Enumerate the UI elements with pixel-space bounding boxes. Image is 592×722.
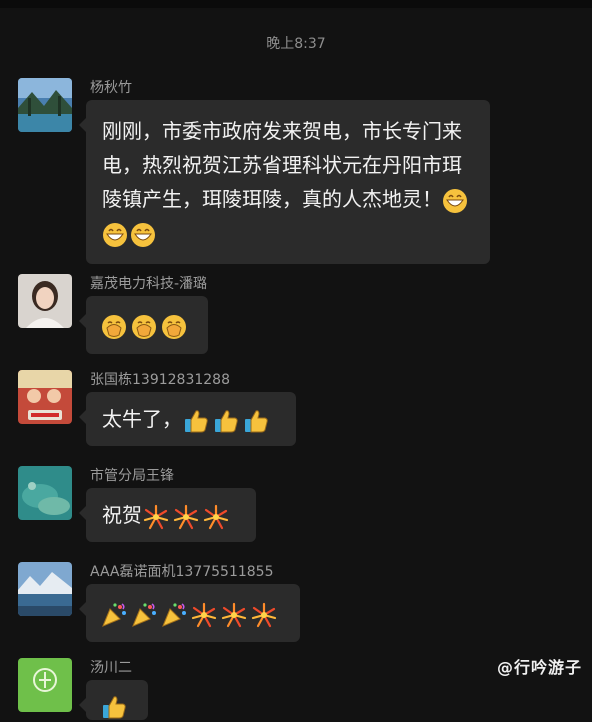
party-popper-icon (130, 601, 158, 629)
party-popper-icon (100, 601, 128, 629)
thumbs-up-icon (212, 407, 240, 435)
timestamp: 晚上8:37 (266, 36, 326, 52)
message-bubble[interactable]: 太牛了， (79, 392, 296, 446)
message-bubble[interactable] (79, 680, 148, 721)
sender-name: 张国栋13912831288 (90, 372, 230, 388)
avatar[interactable] (18, 78, 72, 132)
sender-name: 汤川二 (90, 660, 132, 676)
party-popper-icon (160, 601, 188, 629)
avatar[interactable] (18, 466, 72, 520)
sender-name: 嘉茂电力科技-潘璐 (90, 276, 208, 292)
applause-icon (130, 313, 158, 341)
message-bubble[interactable]: 祝贺 (79, 488, 256, 542)
avatar[interactable] (18, 658, 72, 712)
sender-name: AAA磊诺面机13775511855 (90, 564, 274, 580)
grin-icon (102, 222, 128, 248)
firework-icon (202, 503, 230, 531)
message-text: 太牛了， (102, 407, 182, 431)
firework-icon (172, 503, 200, 531)
message-text: 刚刚，市委市政府发来贺电，市长专门来电，热烈祝贺江苏省理科状元在丹阳市珥陵镇产生… (102, 119, 462, 211)
avatar[interactable] (18, 274, 72, 328)
thumbs-up-icon (100, 693, 128, 721)
message-bubble[interactable] (79, 584, 300, 642)
thumbs-up-icon (182, 407, 210, 435)
avatar[interactable] (18, 370, 72, 424)
avatar[interactable] (18, 562, 72, 616)
firework-icon (220, 601, 248, 629)
firework-icon (250, 601, 278, 629)
applause-icon (160, 313, 188, 341)
grin-icon (130, 222, 156, 248)
firework-icon (142, 503, 170, 531)
message-bubble[interactable]: 刚刚，市委市政府发来贺电，市长专门来电，热烈祝贺江苏省理科状元在丹阳市珥陵镇产生… (79, 100, 490, 264)
applause-icon (100, 313, 128, 341)
firework-icon (190, 601, 218, 629)
watermark: @行吟游子 (496, 658, 582, 677)
sender-name: 杨秋竹 (90, 80, 132, 96)
message-bubble[interactable] (79, 296, 208, 354)
grin-icon (442, 188, 468, 214)
message-text: 祝贺 (102, 503, 142, 527)
top-bar (0, 0, 592, 8)
thumbs-up-icon (242, 407, 270, 435)
sender-name: 市管分局王锋 (90, 468, 174, 484)
